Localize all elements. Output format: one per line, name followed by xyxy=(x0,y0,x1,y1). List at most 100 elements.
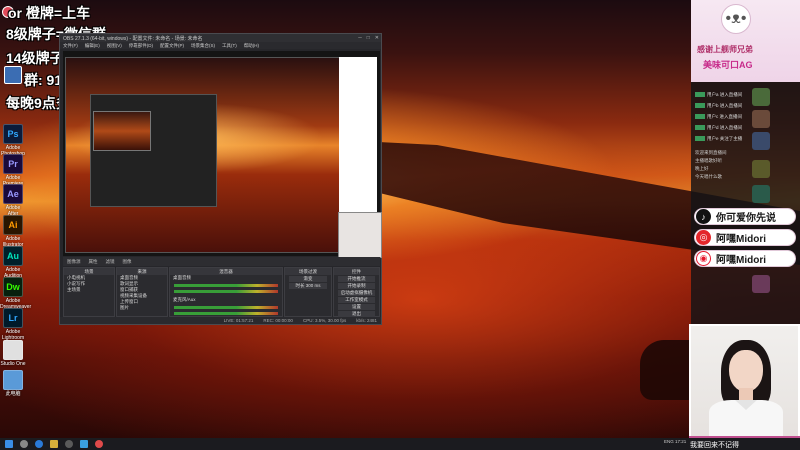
toolbar-filters-button[interactable]: 滤镜 xyxy=(106,259,115,265)
obs-window[interactable]: OBS 27.1.3 (64-bit, windows) - 配置文件: 未命名… xyxy=(59,33,382,325)
minimize-icon[interactable]: ─ xyxy=(358,35,362,41)
obs-source-toolbar: 图像源 属性 滤镜 图像 xyxy=(63,257,380,266)
sources-panel: 来源 桌面音频 歌词显示 窗口捕获 视频采集设备 上传窗口 图片 xyxy=(116,267,168,317)
controls-panel: 控件 开始推流 开始录制 启动虚拟摄像机 工作室模式 设置 退出 xyxy=(333,267,380,317)
nested-preview xyxy=(93,111,151,151)
toolbar-properties-button[interactable]: 属性 xyxy=(89,259,98,265)
weibo-handle: 阿嘿Midori xyxy=(716,255,766,266)
chat-entry: 用户c 进入直播间 xyxy=(695,114,757,121)
obs-preview[interactable] xyxy=(63,51,382,258)
browser-icon[interactable] xyxy=(35,440,43,448)
cat-mascot-icon: •ᴥ• xyxy=(721,4,751,34)
start-streaming-button[interactable]: 开始推流 xyxy=(338,276,375,282)
fan-badge-icon xyxy=(695,114,705,120)
studio-one-icon[interactable] xyxy=(3,340,23,360)
live-status: LIVE: 01:57:21 xyxy=(223,318,254,323)
obs-menubar: 文件(F) 编辑(E) 视图(V) 停靠部件(D) 配置文件(P) 场景集合(S… xyxy=(60,42,381,49)
netease-music-icon: ◎ xyxy=(696,230,711,245)
fan-badge-icon xyxy=(695,136,705,142)
chat-banner: •ᴥ• 感谢上舰师兄弟 美味可口AG xyxy=(691,0,800,82)
menu-scene-collection[interactable]: 场景集合(S) xyxy=(191,43,215,49)
mixer-channel-label: 麦克风/Aux xyxy=(173,297,196,302)
audio-meter xyxy=(174,284,278,287)
menu-profile[interactable]: 配置文件(P) xyxy=(160,43,184,49)
search-icon[interactable] xyxy=(20,440,28,448)
desktop-icon-label: 此电脑 xyxy=(5,391,21,397)
volume-slider[interactable] xyxy=(174,312,278,315)
rec-status: REC: 00:00:00 xyxy=(263,318,293,323)
bitrate-status: kb/s: 2481 xyxy=(356,318,377,323)
app-tile-icon[interactable] xyxy=(752,88,770,106)
fan-badge-icon xyxy=(695,103,705,109)
menu-file[interactable]: 文件(F) xyxy=(63,43,78,49)
windows-start-icon[interactable] xyxy=(5,440,13,448)
menu-help[interactable]: 帮助(H) xyxy=(244,43,259,49)
fan-badge-icon xyxy=(695,92,705,98)
premiere-icon[interactable]: Pr xyxy=(3,154,23,174)
app-tile-icon[interactable] xyxy=(752,110,770,128)
after-effects-icon[interactable]: Ae xyxy=(3,184,23,204)
virtual-camera-button[interactable]: 启动虚拟摄像机 xyxy=(338,290,375,296)
scenes-panel-title: 场景 xyxy=(64,268,114,275)
studio-mode-button[interactable]: 工作室模式 xyxy=(338,297,375,303)
chat-entry: 用户e 关注了主播 xyxy=(695,136,757,143)
app-tile-icon[interactable] xyxy=(752,160,770,178)
volume-slider[interactable] xyxy=(174,290,278,293)
music-taskbar-icon[interactable] xyxy=(95,440,103,448)
close-icon[interactable]: ✕ xyxy=(375,35,379,41)
chat-message: 晚上好 xyxy=(695,166,709,171)
app-tile-icon[interactable] xyxy=(752,132,770,150)
preview-webcam xyxy=(338,212,382,258)
controls-panel-title: 控件 xyxy=(334,268,379,275)
menu-docks[interactable]: 停靠部件(D) xyxy=(129,43,153,49)
maximize-icon[interactable]: □ xyxy=(367,35,370,41)
qq-avatar-icon xyxy=(4,66,22,84)
photoshop-icon[interactable]: Ps xyxy=(3,124,23,144)
transitions-panel-title: 场景过渡 xyxy=(285,268,331,275)
chat-message: 欢迎来到直播间 xyxy=(695,150,727,155)
douyin-handle: 你可爱你先说 xyxy=(716,213,776,224)
mixer-panel-title: 混音器 xyxy=(170,268,282,275)
overlay-line-1: or 橙牌=上车 xyxy=(8,5,91,21)
start-recording-button[interactable]: 开始录制 xyxy=(338,283,375,289)
app-tile-icon[interactable] xyxy=(752,275,770,293)
netease-handle: 阿嘿Midori xyxy=(716,234,766,245)
chat-message: 今天唱什么歌 xyxy=(695,174,722,179)
transition-select[interactable]: 渐变 xyxy=(289,276,327,282)
source-item[interactable]: 图片 xyxy=(117,305,167,311)
weibo-icon: ◉ xyxy=(696,251,711,266)
weibo-badge: ◉ 阿嘿Midori xyxy=(694,250,796,267)
folder-icon[interactable] xyxy=(50,440,58,448)
app-tile-icon[interactable] xyxy=(752,185,770,203)
mixer-panel: 混音器 桌面音频 麦克风/Aux xyxy=(169,267,283,317)
obs-titlebar[interactable]: OBS 27.1.3 (64-bit, windows) - 配置文件: 未命名… xyxy=(60,34,381,42)
sources-panel-title: 来源 xyxy=(117,268,167,275)
lightroom-icon[interactable]: Lr xyxy=(3,308,23,328)
tiktok-icon: ♪ xyxy=(696,209,711,224)
obs-title: OBS 27.1.3 (64-bit, windows) - 配置文件: 未命名… xyxy=(63,35,203,42)
mixer-channel-label: 桌面音频 xyxy=(173,275,191,280)
menu-edit[interactable]: 编辑(E) xyxy=(85,43,100,49)
obs-taskbar-icon[interactable] xyxy=(65,440,73,448)
menu-tools[interactable]: 工具(T) xyxy=(222,43,237,49)
fan-badge-icon xyxy=(695,125,705,131)
desktop-icon-label: Studio One xyxy=(0,361,26,367)
audition-icon[interactable]: Au xyxy=(3,246,23,266)
chat-entry: 用户a 进入直播间 xyxy=(695,92,757,99)
chat-entry: 用户d 进入直播间 xyxy=(695,125,757,132)
menu-view[interactable]: 视图(V) xyxy=(107,43,122,49)
dreamweaver-icon[interactable]: Dw xyxy=(3,277,23,297)
scene-item[interactable]: 主场景 xyxy=(64,287,114,293)
system-tray-clock[interactable]: ENG 17:21 xyxy=(664,439,686,444)
app-taskbar-icon[interactable] xyxy=(80,440,88,448)
bottom-caption: 我要回来不记得 xyxy=(690,442,739,449)
toolbar-image-button[interactable]: 图像 xyxy=(123,259,132,265)
settings-button[interactable]: 设置 xyxy=(338,304,375,310)
banner-name-text: 美味可口AG xyxy=(703,60,753,70)
this-pc-icon[interactable] xyxy=(3,370,23,390)
toolbar-source-name: 图像源 xyxy=(67,258,81,264)
netease-badge: ◎ 阿嘿Midori xyxy=(694,229,796,246)
illustrator-icon[interactable]: Ai xyxy=(3,215,23,235)
transition-duration-field[interactable]: 时长 300 ms xyxy=(289,283,327,289)
scenes-panel: 场景 小电视机 小说写作 主场景 xyxy=(63,267,115,317)
